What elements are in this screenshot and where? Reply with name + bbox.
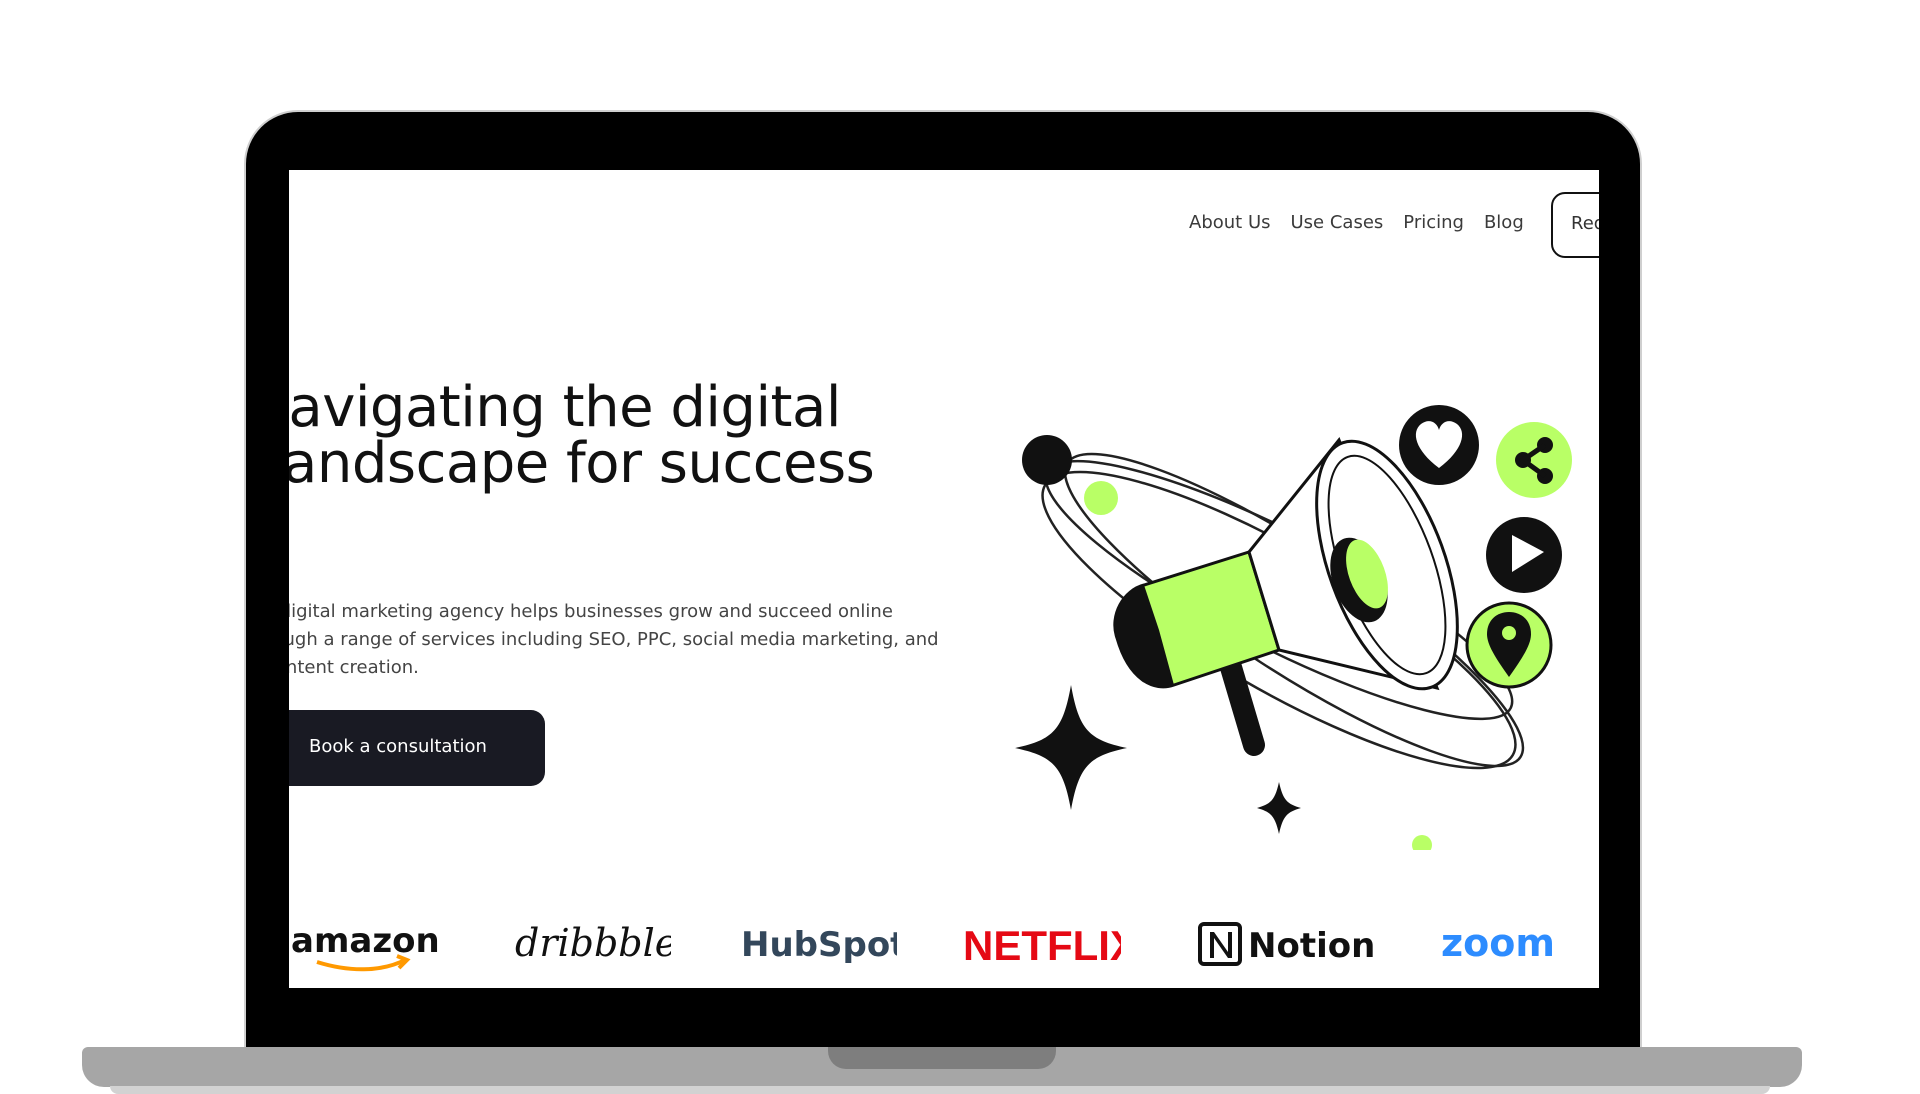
nav-blog[interactable]: Blog (1484, 212, 1524, 233)
small-sparkle-icon (1257, 782, 1301, 834)
hero-desc-line3: content creation. (289, 657, 419, 678)
nav-use-cases[interactable]: Use Cases (1291, 212, 1384, 233)
dribbble-logo: dribbble (515, 921, 671, 965)
hero-desc-line1: Our digital marketing agency helps busin… (289, 601, 893, 622)
green-dot-icon (1084, 481, 1118, 515)
svg-text:zoom: zoom (1441, 921, 1555, 965)
nav-about-us[interactable]: About Us (1189, 212, 1271, 233)
svg-text:dribbble: dribbble (515, 921, 671, 965)
hero-desc-line2: through a range of services including SE… (289, 629, 939, 650)
svg-text:HubSpot: HubSpot (741, 925, 897, 965)
top-nav: About Us Use Cases Pricing Blog (1189, 212, 1524, 233)
zoom-logo: zoom (1441, 921, 1555, 965)
nav-pricing[interactable]: Pricing (1403, 212, 1464, 233)
hero-title: Navigating the digital landscape for suc… (289, 380, 903, 492)
black-dot-icon (1022, 435, 1072, 485)
heart-icon (1399, 405, 1479, 485)
sparkle-icon (1015, 685, 1127, 810)
svg-text:NETFLIX: NETFLIX (963, 922, 1121, 969)
hero-title-line2: landscape for success (289, 431, 875, 496)
client-logos: amazon dribbble HubSpot NETFLIX Notion z… (289, 910, 1599, 988)
location-pin-icon (1465, 601, 1553, 689)
share-icon (1496, 422, 1572, 498)
amazon-logo: amazon (291, 921, 439, 972)
book-consultation-button[interactable]: Book a consultation (289, 710, 545, 786)
play-icon (1486, 517, 1562, 593)
hero-description: Our digital marketing agency helps busin… (289, 598, 943, 682)
notion-logo: Notion (1198, 922, 1375, 966)
hero-title-line1: Navigating the digital (289, 375, 841, 440)
small-green-dot-icon (1412, 835, 1432, 850)
laptop-base-shadow (110, 1086, 1770, 1094)
hubspot-logo: HubSpot (741, 925, 897, 965)
request-quote-button[interactable]: Request a quote (1551, 192, 1599, 258)
megaphone-illustration (1015, 405, 1572, 850)
laptop-notch (828, 1047, 1056, 1069)
svg-text:amazon: amazon (291, 921, 439, 961)
website-screen: About Us Use Cases Pricing Blog Request … (289, 170, 1599, 988)
svg-text:Notion: Notion (1248, 926, 1375, 966)
netflix-logo: NETFLIX (963, 922, 1121, 969)
